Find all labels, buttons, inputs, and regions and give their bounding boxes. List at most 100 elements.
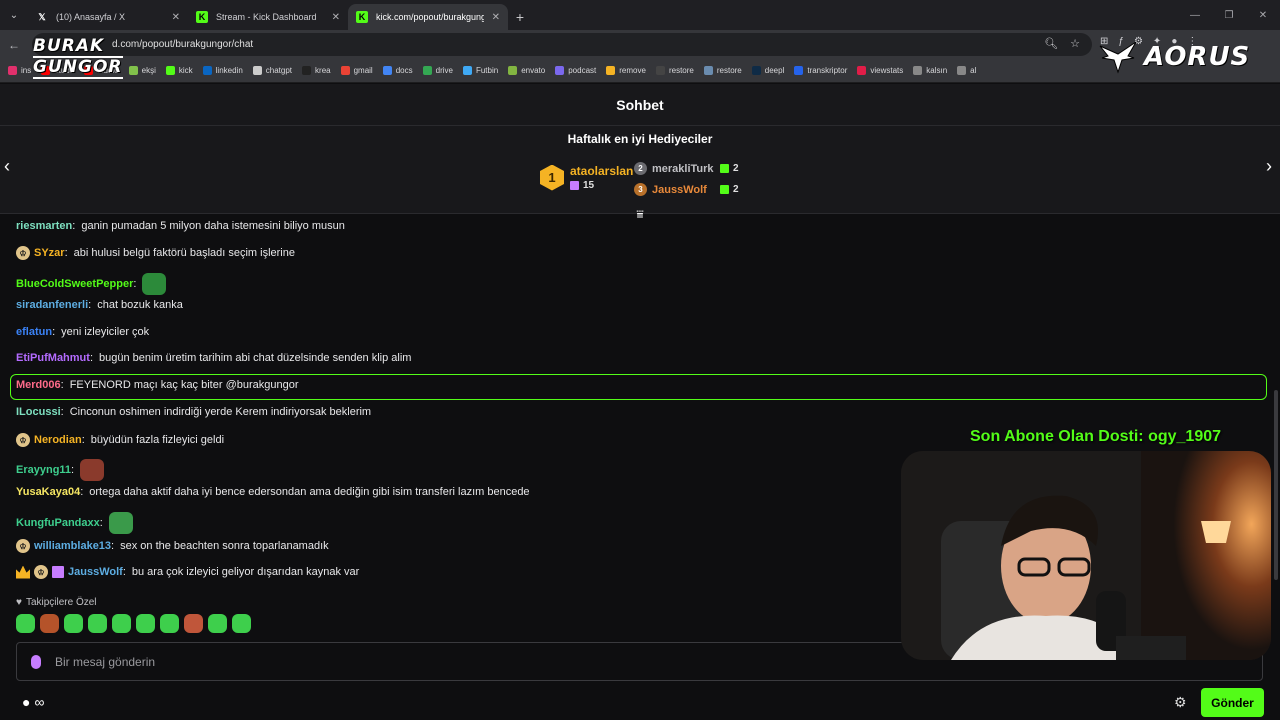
- chat-message[interactable]: KungfuPandaxx:: [16, 512, 133, 534]
- minimize-icon[interactable]: —: [1178, 0, 1212, 30]
- send-button[interactable]: Gönder: [1201, 688, 1264, 717]
- bookmark-favicon-icon: [202, 66, 212, 75]
- bookmark-item[interactable]: kick: [165, 66, 193, 75]
- gift-icon: [720, 164, 729, 173]
- chat-username[interactable]: EtiPufMahmut: [16, 352, 90, 364]
- bookmark-favicon-icon: [794, 66, 804, 75]
- chat-username[interactable]: siradanfenerli: [16, 299, 88, 311]
- follower-emote-icon[interactable]: [16, 614, 35, 633]
- chat-message-text: FEYENORD maçı kaç kaç biter @burakgungor: [69, 379, 299, 391]
- tab-kick-dashboard[interactable]: K Stream - Kick Dashboard ✕: [188, 4, 348, 30]
- bookmark-item[interactable]: Futbin: [462, 66, 498, 75]
- bookmark-item[interactable]: kalsın: [913, 66, 947, 75]
- top-gifter-2[interactable]: 2 merakliTurk: [634, 162, 714, 175]
- chat-message[interactable]: Merd006: FEYENORD maçı kaç kaç biter @bur…: [16, 379, 299, 391]
- zoom-icon[interactable]: 🔍︎: [1044, 37, 1058, 50]
- top-gifter-3[interactable]: 3 JaussWolf: [634, 183, 707, 196]
- separator: :: [99, 517, 103, 529]
- bookmark-item[interactable]: ekşi: [128, 66, 156, 75]
- bookmark-item[interactable]: al: [957, 66, 976, 75]
- chat-message[interactable]: ♔ SYzar: abi hulusi belgü faktörü başladı …: [16, 246, 295, 260]
- bookmark-item[interactable]: envato: [508, 66, 545, 75]
- close-window-icon[interactable]: ✕: [1246, 0, 1280, 30]
- top-gifter-1[interactable]: 1 ataolarslan 15: [540, 164, 633, 191]
- chat-username[interactable]: KungfuPandaxx: [16, 517, 100, 529]
- chat-username[interactable]: Erayyng11: [16, 464, 71, 476]
- bookmark-item[interactable]: deepl: [751, 66, 784, 75]
- maximize-icon[interactable]: ❐: [1212, 0, 1246, 30]
- back-arrow-icon[interactable]: ←: [0, 31, 28, 59]
- chat-message[interactable]: EtiPufMahmut: bugün benim üretim tarihim …: [16, 352, 411, 364]
- follower-emote-icon[interactable]: [112, 614, 131, 633]
- chat-message[interactable]: ♔ Nerodian: büyüdün fazla fizleyici geldi: [16, 433, 224, 447]
- silver-medal-icon: 2: [634, 162, 647, 175]
- chat-username[interactable]: ILocussi: [16, 406, 61, 418]
- follower-emote-icon[interactable]: [160, 614, 179, 633]
- community-points-icon[interactable]: ● ∞: [22, 694, 44, 710]
- tab-close-icon[interactable]: ✕: [172, 12, 180, 23]
- bookmark-item[interactable]: restore: [703, 66, 742, 75]
- bookmark-item[interactable]: drive: [422, 66, 453, 75]
- bookmark-item[interactable]: restore: [655, 66, 694, 75]
- gifter-name: merakliTurk: [652, 162, 714, 175]
- tab-close-icon[interactable]: ✕: [492, 12, 500, 23]
- bookmark-favicon-icon: [462, 66, 472, 75]
- chat-username[interactable]: BlueColdSweetPepper: [16, 278, 133, 290]
- follower-emote-icon[interactable]: [184, 614, 203, 633]
- chat-username[interactable]: SYzar: [34, 247, 65, 259]
- bookmark-item[interactable]: gmail: [340, 66, 373, 75]
- follower-emote-icon[interactable]: [208, 614, 227, 633]
- bookmark-label: podcast: [568, 66, 597, 75]
- separator: :: [60, 379, 64, 391]
- chat-username[interactable]: Nerodian: [34, 434, 82, 446]
- chat-message[interactable]: Erayyng11:: [16, 459, 105, 481]
- chat-message[interactable]: riesmarten: ganin pumadan 5 milyon daha i…: [16, 220, 345, 232]
- bookmark-star-icon[interactable]: ☆: [1070, 37, 1080, 50]
- gifter-2-count: 2: [720, 163, 739, 174]
- bookmark-item[interactable]: linkedin: [202, 66, 243, 75]
- chevron-left-icon[interactable]: ‹: [4, 156, 10, 177]
- chat-username[interactable]: Merd006: [16, 379, 61, 391]
- tab-kick-popout-chat[interactable]: K kick.com/popout/burakgungor ✕: [348, 4, 508, 30]
- bookmark-item[interactable]: docs: [382, 66, 413, 75]
- bookmark-item[interactable]: krea: [302, 66, 331, 75]
- chat-settings-gear-icon[interactable]: ⚙: [1174, 694, 1187, 711]
- chat-message[interactable]: BlueColdSweetPepper:: [16, 273, 167, 295]
- bookmark-item[interactable]: podcast: [555, 66, 596, 75]
- bookmark-label: drive: [435, 66, 453, 75]
- bookmark-label: al: [970, 66, 977, 75]
- tab-x-home[interactable]: 𝕏 (10) Anasayfa / X ✕: [28, 4, 188, 30]
- bookmark-item[interactable]: transkriptor: [794, 66, 847, 75]
- chat-username[interactable]: riesmarten: [16, 220, 72, 232]
- chat-message[interactable]: ♔ JaussWolf: bu ara çok izleyici geliyor d…: [16, 565, 359, 579]
- chat-username[interactable]: williamblake13: [34, 540, 111, 552]
- bookmark-item[interactable]: ins: [8, 66, 31, 75]
- follower-emote-icon[interactable]: [64, 614, 83, 633]
- bookmark-favicon-icon: [340, 66, 350, 75]
- tab-search-chevron-icon[interactable]: ⌄: [0, 0, 28, 30]
- tab-close-icon[interactable]: ✕: [332, 12, 340, 23]
- follower-emote-icon[interactable]: [40, 614, 59, 633]
- chat-username[interactable]: JaussWolf: [68, 566, 123, 578]
- follower-emote-icon[interactable]: [136, 614, 155, 633]
- bookmark-item[interactable]: chatgpt: [252, 66, 292, 75]
- chat-emote-icon: [142, 273, 167, 295]
- collapse-gifters-icon[interactable]: ⩸: [633, 207, 647, 221]
- chat-message[interactable]: ILocussi: Cinconun oshimen indirdiği yerd…: [16, 406, 371, 418]
- follower-emote-icon[interactable]: [88, 614, 107, 633]
- chat-username[interactable]: eflatun: [16, 326, 52, 338]
- url-input[interactable]: d.com/popout/burakgungor/chat 🔍︎ ☆: [32, 33, 1092, 56]
- chat-message[interactable]: siradanfenerli: chat bozuk kanka: [16, 299, 183, 311]
- chat-message[interactable]: ♔ williamblake13: sex on the beachten sonr…: [16, 539, 329, 553]
- aorus-wordmark: AORUS: [1144, 42, 1251, 72]
- chat-scrollbar[interactable]: [1274, 390, 1278, 580]
- chat-message[interactable]: YusaKaya04: ortega daha aktif daha iyi be…: [16, 486, 530, 498]
- chat-message[interactable]: eflatun: yeni izleyiciler çok: [16, 326, 149, 338]
- follower-emote-icon[interactable]: [232, 614, 251, 633]
- chat-username[interactable]: YusaKaya04: [16, 486, 80, 498]
- new-tab-button[interactable]: +: [508, 4, 532, 30]
- chevron-right-icon[interactable]: ›: [1266, 156, 1272, 177]
- microphone-icon[interactable]: [31, 654, 41, 669]
- bookmark-item[interactable]: viewstats: [857, 66, 903, 75]
- bookmark-item[interactable]: remove: [606, 66, 646, 75]
